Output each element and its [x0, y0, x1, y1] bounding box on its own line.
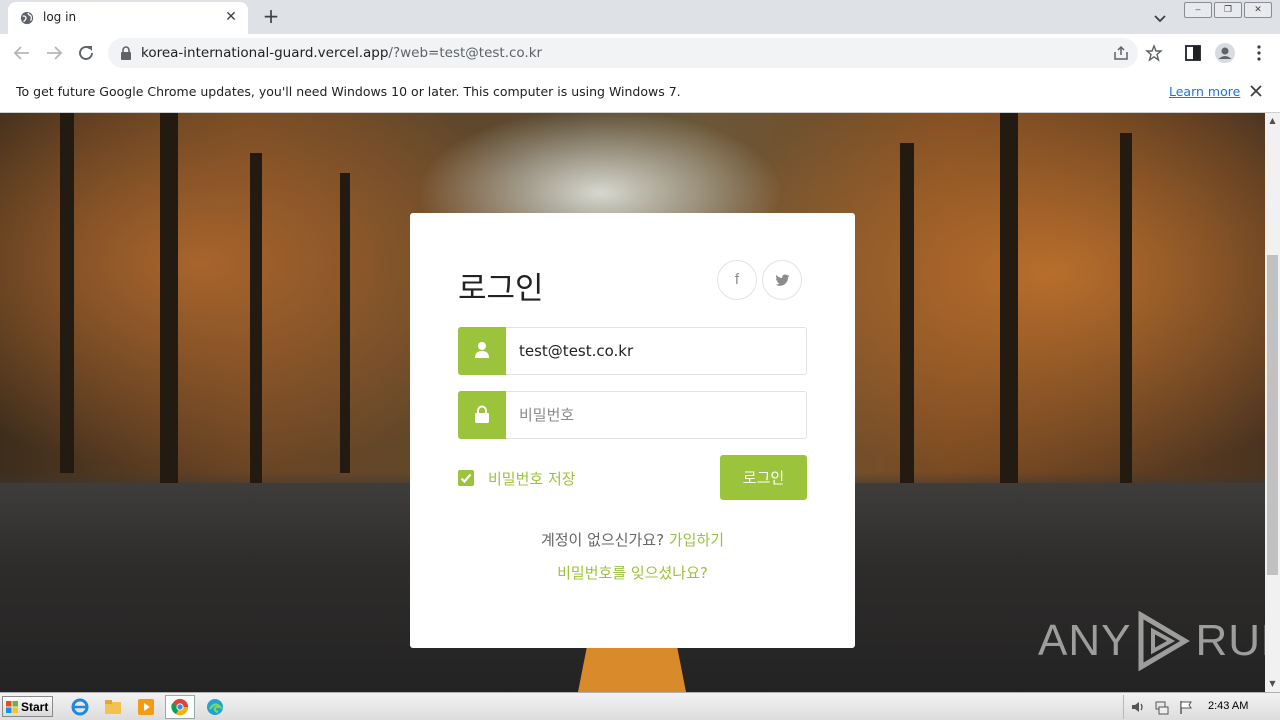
tree-trunk — [250, 153, 262, 483]
file-explorer-icon[interactable] — [103, 697, 123, 717]
action-center-flag-icon[interactable] — [1178, 699, 1194, 715]
chrome-taskbar-button[interactable] — [165, 695, 195, 719]
twitter-button[interactable] — [762, 260, 802, 300]
tree-trunk — [900, 143, 914, 483]
close-window-button[interactable]: ✕ — [1244, 2, 1272, 18]
chrome-icon — [171, 698, 189, 716]
tree-trunk — [60, 113, 74, 473]
minimize-button[interactable]: ‒ — [1184, 2, 1212, 18]
media-player-icon[interactable] — [136, 697, 156, 717]
restore-button[interactable]: ❐ — [1214, 2, 1242, 18]
windows-taskbar: Start 2:43 AM — [0, 692, 1280, 720]
email-field — [458, 327, 807, 375]
login-card: 로그인 f 비밀번호 저장 로그인 계정이 없으신가요? 가입하기 — [410, 213, 855, 648]
anyrun-watermark: ANY RUN — [1038, 611, 1265, 671]
start-button[interactable]: Start — [2, 696, 53, 717]
forgot-password-link[interactable]: 비밀번호를 잊으셨나요? — [410, 562, 855, 583]
new-tab-button[interactable]: + — [259, 5, 283, 29]
password-input[interactable] — [519, 392, 799, 438]
user-icon — [458, 327, 506, 375]
address-bar[interactable]: korea-international-guard.vercel.app/?we… — [108, 38, 1163, 68]
facebook-icon: f — [734, 271, 740, 288]
chevron-down-icon[interactable] — [1150, 8, 1170, 28]
email-input[interactable] — [519, 328, 799, 374]
tab-login[interactable]: log in ✕ — [8, 2, 248, 34]
tab-title: log in — [43, 10, 77, 24]
url-path: /?web=test@test.co.kr — [388, 45, 543, 61]
taskbar-clock: 2:43 AM — [1208, 700, 1249, 712]
tree-trunk — [160, 113, 178, 483]
tab-strip: log in ✕ + ‒ ❐ ✕ — [0, 0, 1280, 34]
login-button[interactable]: 로그인 — [720, 455, 807, 500]
url-host: korea-international-guard.vercel.app — [141, 45, 389, 61]
url-text[interactable]: korea-international-guard.vercel.app/?we… — [141, 45, 542, 61]
remember-checkbox[interactable] — [458, 470, 474, 486]
facebook-button[interactable]: f — [717, 260, 757, 300]
internet-explorer-icon[interactable] — [70, 697, 90, 717]
browser-toolbar: korea-international-guard.vercel.app/?we… — [0, 34, 1280, 73]
login-title: 로그인 — [458, 271, 544, 307]
remember-label[interactable]: 비밀번호 저장 — [488, 468, 576, 489]
forward-icon[interactable] — [42, 41, 66, 65]
volume-icon[interactable] — [1130, 699, 1146, 715]
back-icon[interactable] — [10, 41, 34, 65]
checkmark-icon — [460, 473, 472, 484]
close-icon[interactable] — [1248, 83, 1264, 99]
system-tray — [1123, 695, 1279, 719]
password-field — [458, 391, 807, 439]
globe-icon — [20, 11, 34, 25]
remember-password[interactable]: 비밀번호 저장 — [458, 468, 576, 488]
scrollbar-thumb[interactable] — [1267, 255, 1278, 575]
star-icon[interactable] — [1145, 44, 1163, 62]
lock-icon — [458, 391, 506, 439]
lock-icon[interactable] — [120, 46, 132, 60]
menu-icon[interactable] — [1249, 43, 1269, 63]
signup-prompt: 계정이 없으신가요? 가입하기 — [410, 529, 855, 550]
watermark-left: ANY — [1038, 616, 1132, 665]
play-logo-icon — [1138, 611, 1191, 671]
update-infobar: To get future Google Chrome updates, you… — [0, 72, 1280, 113]
tab-close-icon[interactable]: ✕ — [222, 8, 240, 26]
windows-logo-icon — [6, 701, 18, 713]
page-background: ANY RUN 로그인 f 비밀번호 저장 로그인 — [0, 113, 1265, 692]
twitter-icon — [774, 274, 789, 286]
watermark-right: RUN — [1195, 616, 1265, 665]
signup-link[interactable]: 가입하기 — [669, 531, 724, 549]
infobar-message: To get future Google Chrome updates, you… — [16, 84, 681, 99]
edge-icon[interactable] — [205, 697, 225, 717]
window-controls: ‒ ❐ ✕ — [1184, 2, 1272, 18]
share-icon[interactable] — [1112, 44, 1130, 62]
page-scrollbar[interactable]: ▲ ▼ — [1265, 113, 1280, 692]
tree-trunk — [1120, 133, 1132, 493]
tree-trunk — [340, 173, 350, 473]
road-centerline — [578, 648, 686, 692]
scroll-down-icon[interactable]: ▼ — [1268, 679, 1277, 688]
network-icon[interactable] — [1154, 699, 1170, 715]
reload-icon[interactable] — [74, 41, 98, 65]
start-label: Start — [21, 700, 49, 714]
scroll-up-icon[interactable]: ▲ — [1268, 116, 1277, 125]
tree-trunk — [1000, 113, 1018, 493]
no-account-text: 계정이 없으신가요? — [540, 531, 665, 549]
learn-more-link[interactable]: Learn more — [1169, 84, 1240, 99]
profile-avatar-icon[interactable] — [1215, 43, 1235, 63]
side-panel-icon[interactable] — [1183, 43, 1203, 63]
